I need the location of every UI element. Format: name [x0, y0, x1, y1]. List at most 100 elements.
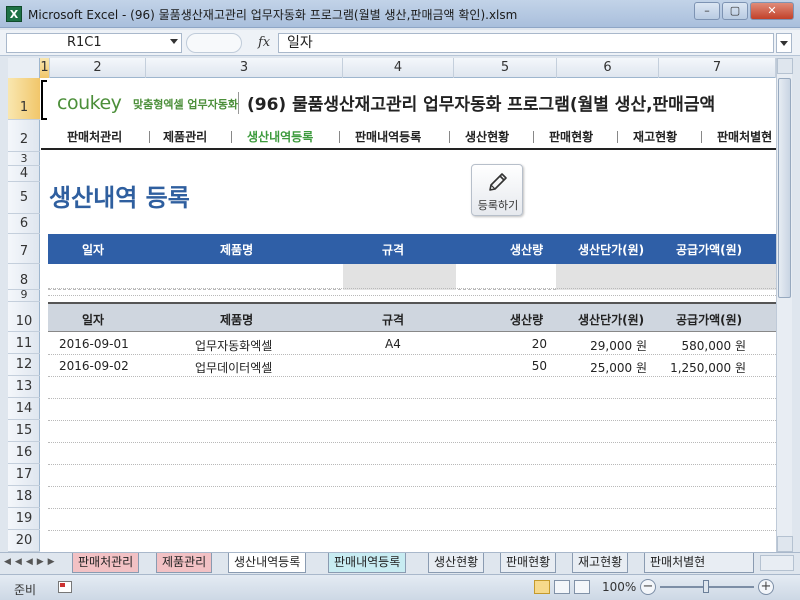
column-header-7[interactable]: 7 [659, 58, 776, 78]
zoom-level[interactable]: 100% [602, 580, 636, 594]
tab-seller-management[interactable]: 판매처관리 [72, 553, 140, 573]
expand-formula-bar-button[interactable] [776, 33, 792, 53]
nav-item-sales-entry[interactable]: 판매내역등록 [355, 128, 421, 145]
minimize-button[interactable]: – [694, 2, 720, 20]
close-button[interactable]: ✕ [750, 2, 794, 20]
register-button[interactable]: 등록하기 [471, 164, 523, 216]
column-header-1[interactable]: 1 [40, 58, 50, 78]
date-product-input[interactable] [48, 264, 343, 290]
row-header-11[interactable]: 11 [8, 332, 40, 354]
row-header-18[interactable]: 18 [8, 486, 40, 508]
tab-sales-entry[interactable]: 판매내역등록 [328, 553, 407, 573]
cell-product[interactable]: 업무데이터엑셀 [195, 359, 272, 376]
zoom-slider-thumb[interactable] [703, 580, 709, 593]
cell-unit-price[interactable]: 25,000 원 [561, 359, 647, 376]
row-header-4[interactable]: 4 [8, 166, 40, 182]
row-header-20[interactable]: 20 [8, 530, 40, 552]
row-header-6[interactable]: 6 [8, 214, 40, 234]
tab-product-management[interactable]: 제품관리 [156, 553, 213, 573]
row-header-19[interactable]: 19 [8, 508, 40, 530]
row-header-7[interactable]: 7 [8, 234, 40, 264]
register-button-label: 등록하기 [477, 199, 519, 212]
nav-item-production-entry[interactable]: 생산내역등록 [247, 128, 313, 145]
sheet-navigation: 판매처관리 제품관리 생산내역등록 판매내역등록 생산현황 판매현황 재고현황 … [41, 124, 776, 150]
nav-item-sales-status[interactable]: 판매현황 [549, 128, 593, 145]
row-header-10[interactable]: 10 [8, 302, 40, 332]
quantity-input[interactable] [456, 264, 556, 290]
active-cell-indicator [41, 80, 47, 120]
entry-header-spec: 규격 [382, 243, 405, 257]
row-header-1[interactable]: 1 [8, 78, 40, 120]
price-amount-input[interactable] [556, 264, 776, 290]
row-divider [48, 508, 776, 509]
column-header-6[interactable]: 6 [557, 58, 659, 78]
tab-inventory-status[interactable]: 재고현황 [572, 553, 629, 573]
program-title: (96) 물품생산재고관리 업무자동화 프로그램(월별 생산,판매금액 [247, 95, 716, 115]
restore-button[interactable]: ▢ [722, 2, 748, 20]
formula-input[interactable]: 일자 [278, 33, 774, 53]
tab-sales-status[interactable]: 판매현황 [500, 553, 557, 573]
row-header-3[interactable]: 3 [8, 152, 40, 166]
cell-supply-amount[interactable]: 1,250,000 원 [651, 359, 746, 376]
row-header-14[interactable]: 14 [8, 398, 40, 420]
nav-divider [449, 131, 450, 143]
chevron-down-icon[interactable] [170, 39, 178, 44]
nav-item-product-management[interactable]: 제품관리 [163, 128, 207, 145]
tab-production-entry[interactable]: 생산내역등록 [228, 553, 307, 573]
tab-production-status[interactable]: 생산현황 [428, 553, 485, 573]
row-header-17[interactable]: 17 [8, 464, 40, 486]
name-box[interactable]: R1C1 [6, 33, 182, 53]
column-header-2[interactable]: 2 [50, 58, 146, 78]
macro-recording-icon[interactable] [58, 581, 72, 593]
tab-scroll-arrows-icon[interactable]: ◀◀◀▶▶ [4, 557, 59, 567]
select-all-corner[interactable] [8, 58, 40, 78]
page-break-view-icon[interactable] [574, 580, 590, 594]
excel-app-icon[interactable]: X [6, 6, 22, 22]
row-header-2[interactable]: 2 [8, 120, 40, 152]
cell-spec[interactable]: A4 [385, 337, 401, 351]
cell-supply-amount[interactable]: 580,000 원 [651, 337, 746, 354]
row-header-9[interactable]: 9 [8, 289, 40, 302]
spec-input[interactable] [343, 264, 456, 290]
window-controls: – ▢ ✕ [694, 2, 794, 20]
horizontal-scrollbar[interactable] [760, 555, 794, 571]
list-header-quantity: 생산량 [510, 313, 544, 327]
nav-item-inventory-status[interactable]: 재고현황 [633, 128, 677, 145]
zoom-out-button[interactable]: − [640, 579, 656, 595]
row-header-5[interactable]: 5 [8, 182, 40, 214]
scroll-down-button[interactable] [777, 536, 793, 552]
page-layout-view-icon[interactable] [554, 580, 570, 594]
nav-divider [339, 131, 340, 143]
nav-divider [701, 131, 702, 143]
row-header-15[interactable]: 15 [8, 420, 40, 442]
scroll-thumb[interactable] [778, 78, 791, 298]
nav-item-seller-status[interactable]: 판매처별현 [717, 128, 772, 145]
cell-date[interactable]: 2016-09-01 [59, 337, 129, 351]
entry-input-row [48, 264, 776, 290]
list-header-product: 제품명 [220, 313, 254, 327]
cell-product[interactable]: 업무자동화엑셀 [195, 337, 272, 354]
list-header-unit-price: 생산단가(원) [578, 313, 645, 327]
formula-buttons[interactable] [186, 33, 242, 53]
column-header-4[interactable]: 4 [343, 58, 454, 78]
row-divider [48, 398, 776, 399]
row-header-16[interactable]: 16 [8, 442, 40, 464]
nav-item-production-status[interactable]: 생산현황 [465, 128, 509, 145]
scroll-up-button[interactable] [777, 58, 793, 74]
row-header-13[interactable]: 13 [8, 376, 40, 398]
vertical-scrollbar[interactable] [776, 58, 793, 552]
column-header-3[interactable]: 3 [146, 58, 343, 78]
cell-unit-price[interactable]: 29,000 원 [561, 337, 647, 354]
cell-date[interactable]: 2016-09-02 [59, 359, 129, 373]
row-header-8[interactable]: 8 [8, 264, 40, 290]
tab-seller-status[interactable]: 판매처별현 [644, 553, 754, 573]
page-heading: 생산내역 등록 [49, 184, 190, 212]
cell-quantity[interactable]: 20 [509, 337, 547, 351]
normal-view-icon[interactable] [534, 580, 550, 594]
row-header-12[interactable]: 12 [8, 354, 40, 376]
insert-function-icon[interactable]: fx [258, 35, 270, 50]
column-header-5[interactable]: 5 [454, 58, 557, 78]
nav-item-seller-management[interactable]: 판매처관리 [67, 128, 122, 145]
zoom-in-button[interactable]: + [758, 579, 774, 595]
cell-quantity[interactable]: 50 [509, 359, 547, 373]
